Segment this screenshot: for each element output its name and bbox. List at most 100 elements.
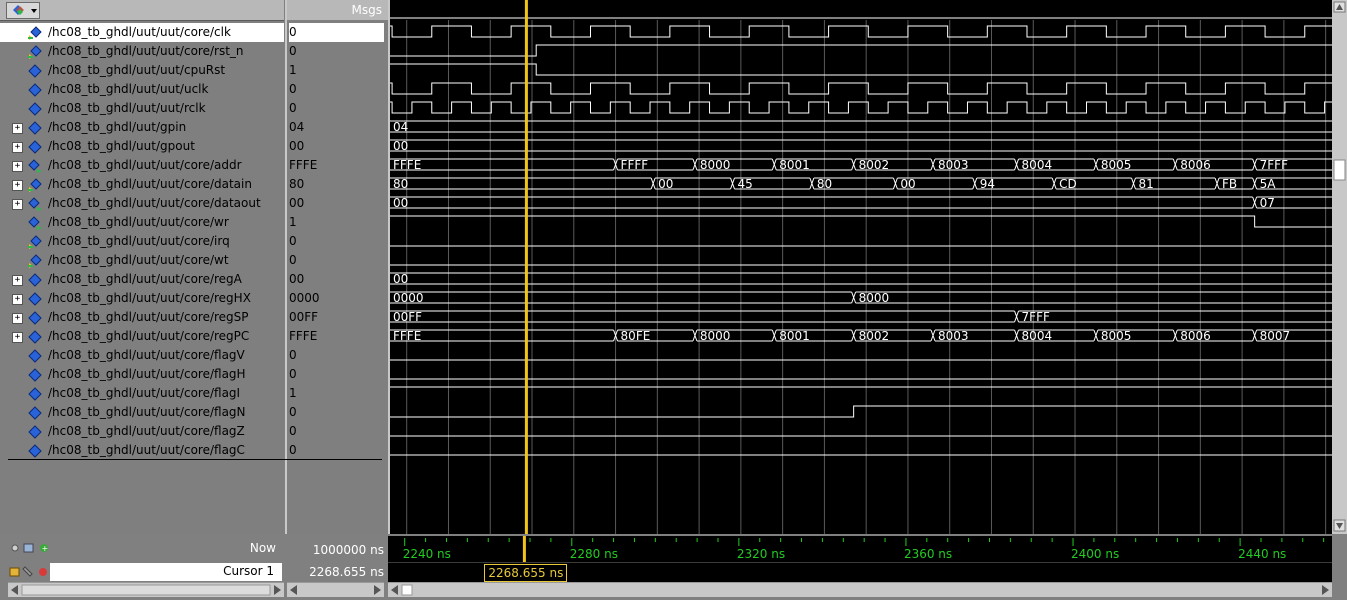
now-row: + Now <box>0 538 284 558</box>
expand-plus-icon[interactable]: + <box>12 142 23 153</box>
values-hscrollbar[interactable] <box>287 582 384 597</box>
time-tick-label: 2240 ns <box>402 547 451 561</box>
signal-row[interactable]: + /hc08_tb_ghdl/uut/uut/core/addr <box>0 156 284 175</box>
signal-value[interactable]: 0 <box>289 251 384 270</box>
signal-name: /hc08_tb_ghdl/uut/uut/core/flagZ <box>48 424 245 438</box>
signal-row[interactable]: /hc08_tb_ghdl/uut/uut/core/flagH <box>0 365 284 384</box>
signal-row[interactable]: /hc08_tb_ghdl/uut/uut/uclk <box>0 80 284 99</box>
cursor-time-tag[interactable]: 2268.655 ns <box>484 564 568 582</box>
signal-value[interactable]: FFFE <box>289 327 384 346</box>
signal-row[interactable]: + /hc08_tb_ghdl/uut/uut/core/datain <box>0 175 284 194</box>
expand-plus-icon[interactable]: + <box>12 161 23 172</box>
signal-value[interactable]: 0 <box>289 23 384 42</box>
waveform-canvas[interactable]: 0400FFFE FFFF 8000 8001 8002 8003 8004 8005 8006… <box>390 0 1334 534</box>
signal-value[interactable]: 0 <box>289 441 384 460</box>
wave-toolbar-button[interactable] <box>6 2 40 19</box>
bus-transition <box>1095 329 1099 342</box>
expand-plus-icon[interactable]: + <box>12 275 23 286</box>
palette-icon <box>13 5 37 15</box>
signal-value[interactable]: 80 <box>289 175 384 194</box>
signal-diamond-icon <box>28 140 42 154</box>
signal-value[interactable]: 0 <box>289 42 384 61</box>
signal-hscrollbar[interactable] <box>8 582 284 597</box>
signal-diamond-icon <box>28 349 42 363</box>
signal-row[interactable]: /hc08_tb_ghdl/uut/uut/core/wr <box>0 213 284 232</box>
signal-row[interactable]: /hc08_tb_ghdl/uut/uut/rclk <box>0 99 284 118</box>
signal-in-icon <box>28 45 42 59</box>
signal-value[interactable]: 0 <box>289 346 384 365</box>
signal-row[interactable]: + /hc08_tb_ghdl/uut/uut/core/regPC <box>0 327 284 346</box>
signal-row[interactable]: + /hc08_tb_ghdl/uut/uut/core/regHX <box>0 289 284 308</box>
bus-transition <box>1095 158 1099 171</box>
signal-value[interactable]: 1 <box>289 213 384 232</box>
signal-name: /hc08_tb_ghdl/uut/uut/rclk <box>48 101 206 115</box>
bus-value-label: 00 <box>393 272 408 286</box>
time-tick-label: 2320 ns <box>736 547 786 561</box>
signal-value[interactable]: 00FF <box>289 308 384 327</box>
signal-row[interactable]: /hc08_tb_ghdl/uut/uut/core/flagI <box>0 384 284 403</box>
expand-plus-icon[interactable]: + <box>12 199 23 210</box>
cursor-value: 2268.655 ns <box>309 565 384 579</box>
signal-value[interactable]: 0 <box>289 365 384 384</box>
signal-diamond-icon <box>28 425 42 439</box>
signal-out-icon <box>28 197 42 211</box>
footer-left: + Now Cursor 1 <box>0 536 284 581</box>
signal-value[interactable]: 00 <box>289 137 384 156</box>
signal-value[interactable]: 0 <box>289 80 384 99</box>
expand-plus-icon[interactable]: + <box>12 294 23 305</box>
expand-plus-icon[interactable]: + <box>12 332 23 343</box>
signal-row[interactable]: + /hc08_tb_ghdl/uut/gpout <box>0 137 284 156</box>
bus-transition <box>1254 329 1258 342</box>
signal-row[interactable]: /hc08_tb_ghdl/uut/uut/core/clk <box>0 23 284 42</box>
signal-value[interactable]: 1 <box>289 61 384 80</box>
signal-value[interactable]: 00 <box>289 270 384 289</box>
signal-row[interactable]: + /hc08_tb_ghdl/uut/uut/core/regA <box>0 270 284 289</box>
expand-plus-icon[interactable]: + <box>12 313 23 324</box>
signal-row[interactable]: /hc08_tb_ghdl/uut/uut/core/rst_n <box>0 42 284 61</box>
time-tick-label: 2400 ns <box>1071 547 1120 561</box>
expand-plus-icon[interactable]: + <box>12 180 23 191</box>
vertical-scrollbar[interactable] <box>1332 0 1347 534</box>
signal-value[interactable]: 0 <box>289 422 384 441</box>
signal-row[interactable]: /hc08_tb_ghdl/uut/uut/core/flagC <box>0 441 284 460</box>
signal-row[interactable]: + /hc08_tb_ghdl/uut/gpin <box>0 118 284 137</box>
expand-plus-icon[interactable]: + <box>12 123 23 134</box>
bus-value-label: 00 <box>658 177 673 191</box>
signal-value[interactable]: 0000 <box>289 289 384 308</box>
signal-value[interactable]: FFFE <box>289 156 384 175</box>
bus-value-label: 8000 <box>700 329 731 343</box>
wave-hscrollbar[interactable] <box>388 582 1332 597</box>
bus-transition <box>773 329 777 342</box>
signal-value[interactable]: 1 <box>289 384 384 403</box>
signal-row[interactable]: /hc08_tb_ghdl/uut/uut/cpuRst <box>0 61 284 80</box>
bus-value-label: 8002 <box>859 158 890 172</box>
values-header: Msgs <box>285 0 388 20</box>
signal-name: /hc08_tb_ghdl/uut/uut/core/irq <box>48 234 230 248</box>
signal-value[interactable]: 04 <box>289 118 384 137</box>
now-toolbar-icons[interactable]: + <box>8 538 56 558</box>
signal-row[interactable]: /hc08_tb_ghdl/uut/uut/core/flagV <box>0 346 284 365</box>
bus-value-label: 00FF <box>393 310 422 324</box>
bus-value-label: 04 <box>393 120 408 134</box>
signal-name: /hc08_tb_ghdl/uut/uut/core/regSP <box>48 310 249 324</box>
waveform-area[interactable]: 04 00 FFFE FFFF 8000 8001 8002 8003 8004 8005 8006… <box>388 0 1334 534</box>
cursor-name-field[interactable]: Cursor 1 <box>50 563 282 581</box>
signal-row[interactable]: /hc08_tb_ghdl/uut/uut/core/irq <box>0 232 284 251</box>
signal-value[interactable]: 00 <box>289 194 384 213</box>
signal-row[interactable]: /hc08_tb_ghdl/uut/uut/core/flagZ <box>0 422 284 441</box>
bus-transition <box>853 291 857 304</box>
signal-name: /hc08_tb_ghdl/uut/uut/core/flagC <box>48 443 245 457</box>
msgs-label: Msgs <box>351 3 382 17</box>
signal-row[interactable]: /hc08_tb_ghdl/uut/uut/core/wt <box>0 251 284 270</box>
signal-row[interactable]: + /hc08_tb_ghdl/uut/uut/core/regSP <box>0 308 284 327</box>
signal-in-icon <box>28 178 42 192</box>
signal-value[interactable]: 0 <box>289 232 384 251</box>
bus-transition <box>1016 310 1020 323</box>
signal-value[interactable]: 0 <box>289 99 384 118</box>
signal-row[interactable]: /hc08_tb_ghdl/uut/uut/core/flagN <box>0 403 284 422</box>
signal-name: /hc08_tb_ghdl/uut/uut/core/addr <box>48 158 242 172</box>
signal-value[interactable]: 0 <box>289 403 384 422</box>
signal-row[interactable]: + /hc08_tb_ghdl/uut/uut/core/dataout <box>0 194 284 213</box>
bus-value-label: FFFF <box>621 158 649 172</box>
signal-name: /hc08_tb_ghdl/uut/uut/core/regPC <box>48 329 250 343</box>
